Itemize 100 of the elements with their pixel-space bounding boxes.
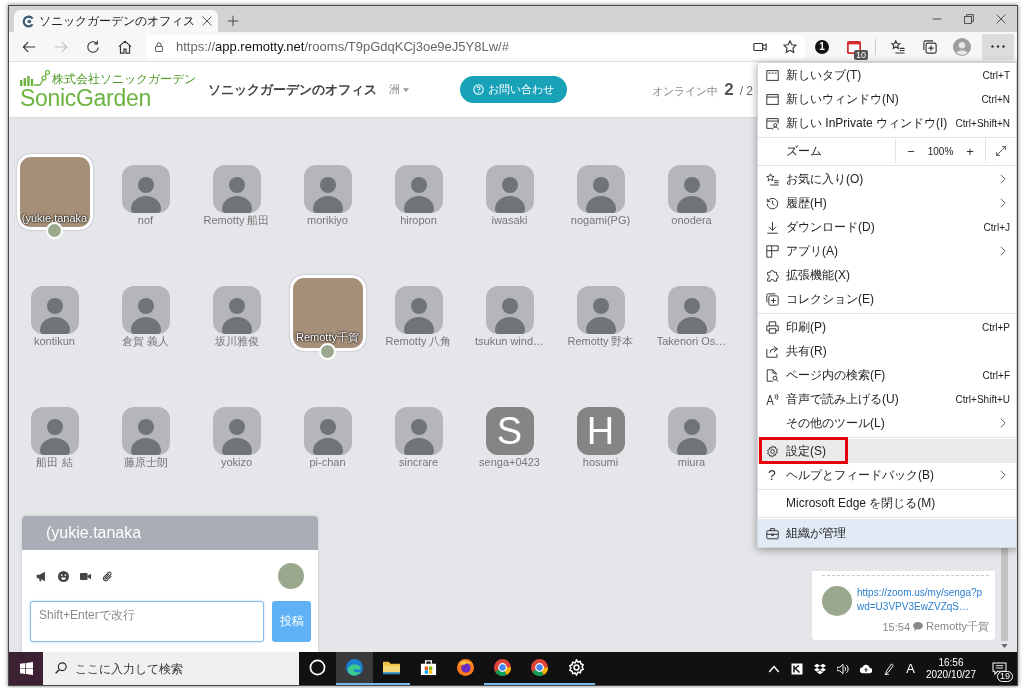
avatar-silhouette[interactable]	[667, 286, 716, 334]
menu-item[interactable]: 新しいタブ(T) Ctrl+T	[758, 63, 1016, 87]
menu-item[interactable]: お気に入り(O)	[758, 167, 1016, 191]
avatar-silhouette[interactable]	[485, 286, 534, 334]
avatar-silhouette[interactable]	[303, 165, 352, 213]
plus-icon	[227, 15, 239, 27]
zoom-out-button[interactable]: −	[904, 143, 918, 159]
menu-item[interactable]: 設定(S)	[758, 439, 1016, 463]
megaphone-icon[interactable]	[36, 570, 47, 582]
avatar-silhouette[interactable]	[212, 286, 261, 334]
private-window-icon	[765, 116, 779, 130]
address-bar[interactable]: https://app.remotty.net/rooms/T9pGdqKCj3oe9eJ5Y8Lw/#	[146, 34, 805, 59]
video-camera-icon[interactable]	[80, 570, 91, 582]
scroll-down-icon[interactable]	[1001, 644, 1008, 648]
avatar-silhouette[interactable]	[30, 286, 79, 334]
avatar-silhouette[interactable]	[667, 407, 716, 455]
menu-item[interactable]: 拡張機能(X)	[758, 263, 1016, 287]
box-icon[interactable]	[814, 662, 827, 675]
clock-time: 16:56	[938, 656, 964, 669]
message-input[interactable]: Shift+Enterで改行	[30, 601, 264, 642]
share-icon	[765, 344, 779, 358]
member-name: (yukie.tanaka	[21, 212, 88, 224]
ime-indicator[interactable]: A	[906, 661, 915, 676]
question-mark-icon: ?	[768, 468, 776, 482]
avatar-silhouette[interactable]	[576, 165, 625, 213]
more-icon	[991, 45, 1005, 48]
avatar-silhouette[interactable]	[394, 407, 443, 455]
notifications-button[interactable]: 19	[987, 654, 1011, 683]
avatar-silhouette[interactable]	[121, 286, 170, 334]
settings-icon	[765, 444, 779, 458]
message-link[interactable]: https://zoom.us/my/senga?pwd=U3VPV3EwZVZqS…	[857, 586, 989, 614]
briefcase-icon	[765, 526, 779, 540]
menu-item[interactable]: ページ内の検索(F) Ctrl+F	[758, 363, 1016, 387]
avatar-silhouette[interactable]	[576, 286, 625, 334]
letter-avatar[interactable]: H	[576, 407, 625, 455]
menu-item[interactable]: 音声で読み上げる(U) Ctrl+Shift+U	[758, 387, 1016, 411]
zoom-in-button[interactable]: +	[963, 143, 977, 159]
speaker-icon[interactable]	[837, 662, 850, 675]
member-name: tsukun wind…	[474, 335, 545, 347]
search-field[interactable]: ここに入力して検索	[43, 652, 299, 685]
segmented-circle-icon	[494, 659, 511, 676]
letter-avatar[interactable]: S	[485, 407, 534, 455]
menu-item[interactable]: 印刷(P) Ctrl+P	[758, 315, 1016, 339]
avatar-silhouette[interactable]	[212, 407, 261, 455]
managed-by-organization-item[interactable]: 組織が管理	[758, 519, 1016, 547]
member-name: hiropon	[400, 214, 437, 226]
avatar-silhouette[interactable]	[30, 407, 79, 455]
printer-icon	[765, 320, 779, 334]
avatar-silhouette[interactable]	[121, 407, 170, 455]
paperclip-icon[interactable]	[102, 570, 113, 582]
member-name: nogami(PG)	[570, 214, 631, 226]
member-name: sincrare	[398, 456, 439, 468]
avatar-silhouette[interactable]	[667, 165, 716, 213]
avatar-silhouette[interactable]	[394, 165, 443, 213]
find-in-page-icon	[765, 368, 779, 382]
extension-button[interactable]: 10	[839, 33, 869, 60]
member-name: onodera	[671, 214, 712, 226]
lock-icon	[154, 41, 164, 52]
menu-item[interactable]: 履歴(H)	[758, 191, 1016, 215]
office-name: ソニックガーデンのオフィス	[208, 80, 377, 99]
zoom-level: 100%	[927, 145, 954, 157]
avatar-placeholder	[46, 222, 63, 239]
collections-icon	[765, 292, 779, 306]
download-icon	[765, 220, 779, 234]
star-icon	[783, 39, 797, 54]
avatar-silhouette[interactable]	[485, 165, 534, 213]
avatar-silhouette[interactable]	[212, 165, 261, 213]
member-name: kontikun	[34, 335, 75, 347]
menu-item[interactable]: 新しい InPrivate ウィンドウ(I) Ctrl+Shift+N	[758, 111, 1016, 135]
menu-item[interactable]: その他のツール(L)	[758, 411, 1016, 435]
tray-app-icon[interactable]	[791, 662, 804, 675]
menu-item[interactable]: コレクション(E)	[758, 287, 1016, 311]
menu-item[interactable]: ? ヘルプとフィードバック(B)	[758, 463, 1016, 487]
extension-button[interactable]: 1	[807, 33, 837, 60]
scrollbar-thumb[interactable]	[1001, 545, 1008, 641]
home-icon	[118, 39, 132, 54]
comment-icon	[913, 622, 924, 631]
menu-item[interactable]: ダウンロード(D) Ctrl+J	[758, 215, 1016, 239]
menu-item[interactable]: 新しいウィンドウ(N) Ctrl+N	[758, 87, 1016, 111]
smiley-icon[interactable]	[58, 570, 69, 582]
url-text: https://app.remotty.net/rooms/T9pGdqKCj3oe9eJ5Y8Lw/#	[176, 39, 509, 54]
menu-item[interactable]: Microsoft Edge を閉じる(M)	[758, 491, 1016, 515]
avatar-silhouette[interactable]	[303, 407, 352, 455]
puzzle-icon	[765, 268, 779, 282]
user-menu-button[interactable]: 洲	[389, 82, 409, 97]
avatar-silhouette[interactable]	[121, 165, 170, 213]
avatar-placeholder	[822, 586, 852, 616]
pen-icon[interactable]	[883, 662, 896, 675]
folder-icon	[383, 659, 400, 676]
menu-item[interactable]: 共有(R)	[758, 339, 1016, 363]
browser-tab[interactable]: ソニックガーデンのオフィス	[14, 10, 218, 32]
avatar-silhouette[interactable]	[394, 286, 443, 334]
member-name: Remotty 野本	[567, 335, 634, 347]
menu-item[interactable]: アプリ(A)	[758, 239, 1016, 263]
logo-wordmark: SonicGarden	[20, 85, 151, 110]
member-name: iwasaki	[491, 214, 528, 226]
member-name: senga+0423	[479, 456, 540, 468]
cloud-icon[interactable]	[860, 662, 873, 675]
start-button[interactable]	[9, 652, 43, 685]
chat-title: (yukie.tanaka	[46, 524, 142, 542]
